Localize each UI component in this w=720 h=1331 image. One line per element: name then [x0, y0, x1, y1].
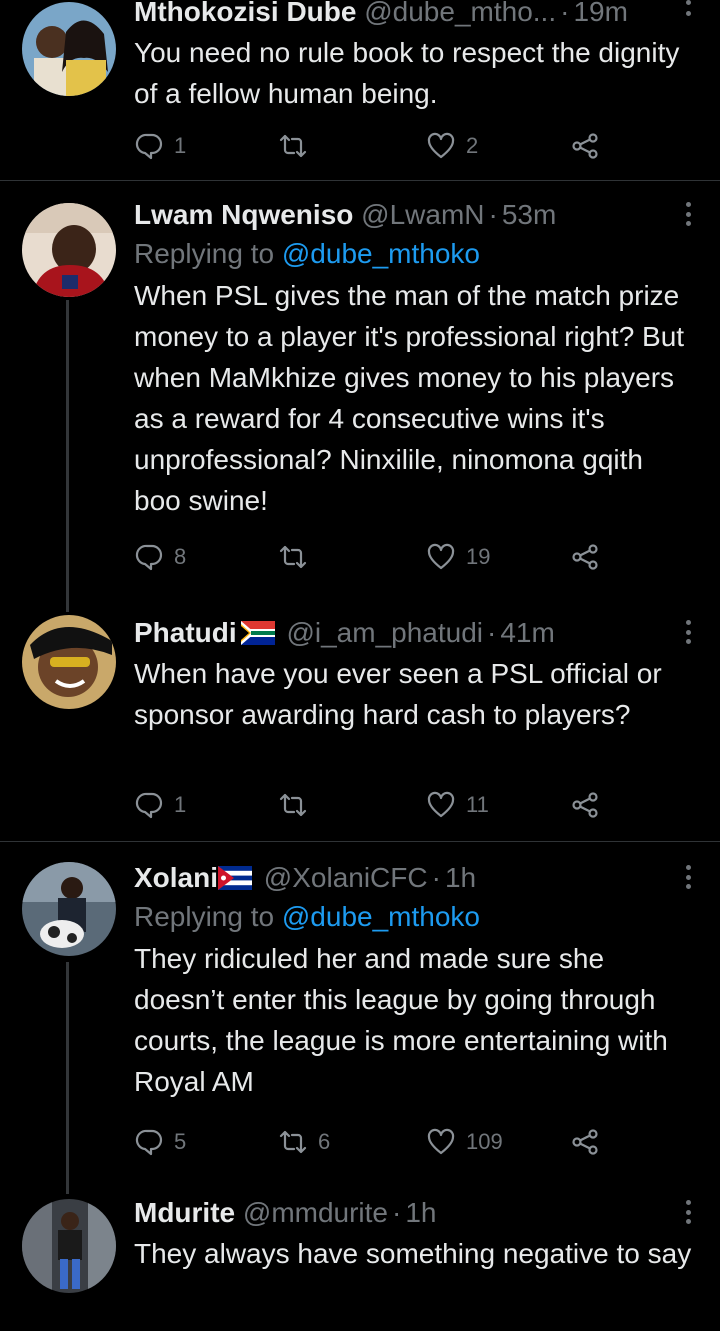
share-button[interactable] — [570, 1127, 600, 1157]
avatar[interactable] — [22, 862, 116, 956]
tweet-header: Mdurite @mmdurite · 1h — [134, 1195, 696, 1231]
more-icon[interactable] — [684, 620, 692, 644]
south-africa-flag-icon — [240, 620, 275, 645]
reply-count: 5 — [174, 1129, 187, 1154]
retweet-button[interactable] — [278, 790, 318, 820]
like-button[interactable]: 2 — [426, 131, 478, 161]
separator: · — [487, 617, 497, 648]
tweet-actions: 1 11 — [134, 790, 604, 820]
tweet-text: When PSL gives the man of the match priz… — [134, 280, 685, 516]
more-icon[interactable] — [684, 865, 692, 889]
like-button[interactable]: 19 — [426, 542, 490, 572]
separator: · — [431, 862, 441, 893]
timestamp[interactable]: 1h — [405, 1197, 436, 1228]
separator: · — [560, 0, 570, 27]
tweet-text: They always have something negative to s… — [134, 1238, 692, 1269]
retweet-icon — [279, 793, 307, 817]
reply-icon — [135, 133, 163, 160]
more-icon[interactable] — [684, 202, 692, 226]
tweet[interactable]: Lwam Nqweniso @LwamN · 53m Replying to @du… — [0, 181, 720, 601]
user-handle[interactable]: @mmdurite — [243, 1197, 388, 1228]
tweet-text: They ridiculed her and made sure she doe… — [134, 943, 668, 1097]
replying-to-label: Replying to — [134, 238, 275, 269]
like-icon — [427, 791, 455, 818]
display-name[interactable]: Mthokozisi Dube — [134, 0, 356, 27]
display-name[interactable]: Lwam Nqweniso — [134, 199, 353, 230]
tweet[interactable]: Mdurite @mmdurite · 1h They always have so… — [0, 1190, 720, 1331]
replying-to: Replying to @dube_mthoko — [134, 235, 696, 273]
retweet-icon — [279, 134, 307, 158]
tweet-header: Phatudi @i_am_phatudi · 41m — [134, 615, 696, 651]
timestamp[interactable]: 19m — [573, 0, 627, 27]
retweet-button[interactable] — [278, 542, 318, 572]
user-handle[interactable]: @LwamN — [361, 199, 484, 230]
like-button[interactable]: 109 — [426, 1127, 503, 1157]
reply-button[interactable]: 1 — [134, 790, 186, 820]
reply-button[interactable]: 1 — [134, 131, 186, 161]
tweet[interactable]: Phatudi @i_am_phatudi · 41m When have you … — [0, 601, 720, 841]
replying-to: Replying to @dube_mthoko — [134, 898, 696, 936]
more-icon[interactable] — [684, 0, 692, 16]
share-button[interactable] — [570, 131, 600, 161]
retweet-icon — [279, 1130, 307, 1154]
tweet-actions: 5 6 109 — [134, 1127, 604, 1157]
user-handle[interactable]: @dube_mtho... — [364, 0, 556, 27]
replying-to-handle[interactable]: @dube_mthoko — [282, 238, 480, 269]
retweet-icon — [279, 545, 307, 569]
tweet-header: Mthokozisi Dube @dube_mtho... · 19m — [134, 0, 696, 30]
like-icon — [427, 132, 455, 159]
timestamp[interactable]: 41m — [500, 617, 554, 648]
display-name[interactable]: Phatudi — [134, 617, 237, 648]
replying-to-handle[interactable]: @dube_mthoko — [282, 901, 480, 932]
tweet[interactable]: Xolani @XolaniCFC · 1h Replying to @dube_m… — [0, 842, 720, 1190]
tweet[interactable]: Mthokozisi Dube @dube_mtho... · 19m You ne… — [0, 0, 720, 180]
tweet-text: You need no rule book to respect the dig… — [134, 37, 680, 109]
retweet-button[interactable]: 6 — [278, 1127, 330, 1157]
tweet-header: Lwam Nqweniso @LwamN · 53m — [134, 197, 696, 233]
reply-icon — [135, 544, 163, 571]
user-handle[interactable]: @XolaniCFC — [264, 862, 428, 893]
share-icon — [572, 544, 598, 570]
reply-button[interactable]: 5 — [134, 1127, 186, 1157]
tweet-actions: 8 19 — [134, 542, 604, 572]
display-name[interactable]: Mdurite — [134, 1197, 235, 1228]
like-count: 19 — [466, 544, 491, 569]
tweet-text: When have you ever seen a PSL official o… — [134, 658, 662, 730]
separator: · — [392, 1197, 402, 1228]
share-button[interactable] — [570, 542, 600, 572]
like-button[interactable]: 11 — [426, 790, 489, 820]
cuba-flag-icon — [218, 865, 253, 890]
retweet-count: 6 — [318, 1129, 331, 1154]
like-icon — [427, 1128, 455, 1155]
avatar[interactable] — [22, 1199, 116, 1293]
replying-to-label: Replying to — [134, 901, 275, 932]
like-count: 2 — [466, 133, 479, 158]
share-button[interactable] — [570, 790, 600, 820]
display-name[interactable]: Xolani — [134, 862, 218, 893]
share-icon — [572, 792, 598, 818]
tweet-header: Xolani @XolaniCFC · 1h — [134, 860, 696, 896]
reply-icon — [135, 792, 163, 819]
reply-button[interactable]: 8 — [134, 542, 186, 572]
avatar[interactable] — [22, 615, 116, 709]
reply-count: 1 — [174, 792, 187, 817]
timestamp[interactable]: 1h — [445, 862, 476, 893]
share-icon — [572, 1129, 598, 1155]
separator: · — [488, 199, 498, 230]
timestamp[interactable]: 53m — [502, 199, 556, 230]
reply-count: 8 — [174, 544, 187, 569]
reply-count: 1 — [174, 133, 187, 158]
retweet-button[interactable] — [278, 131, 318, 161]
tweet-actions: 1 2 — [134, 131, 604, 161]
user-handle[interactable]: @i_am_phatudi — [286, 617, 483, 648]
like-count: 11 — [466, 792, 489, 817]
like-icon — [427, 543, 455, 570]
like-count: 109 — [466, 1129, 503, 1154]
more-icon[interactable] — [684, 1200, 692, 1224]
reply-icon — [135, 1129, 163, 1156]
avatar[interactable] — [22, 2, 116, 96]
avatar[interactable] — [22, 203, 116, 297]
share-icon — [572, 133, 598, 159]
